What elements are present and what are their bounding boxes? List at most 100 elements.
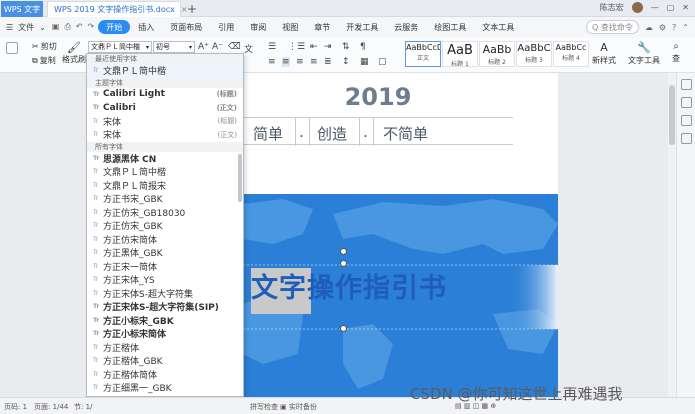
align-right-icon[interactable]: ≡ [296,57,304,67]
style-heading-3[interactable]: AaBbC 标题 3 [516,41,552,67]
menu-page-layout[interactable]: 页面布局 [162,20,210,34]
cut-button[interactable]: ✂ 剪切 [32,41,57,52]
cursor-icon[interactable] [681,79,692,90]
number-list-icon[interactable]: ⋮☰ [288,42,305,52]
banner-title[interactable]: 文字操作指引书 [251,266,447,305]
new-tab-button[interactable]: + [185,1,199,17]
font-option[interactable]: Tr 方正楷体简体 [87,368,243,382]
rotate-handle[interactable] [340,248,347,255]
align-center-icon[interactable]: ≡ [282,57,290,67]
menu-drawing-tools[interactable]: 绘图工具 [426,20,474,34]
font-option[interactable]: Tr 思源黑体 CN [87,152,243,166]
font-option[interactable]: Tr 方正楷体 [87,341,243,355]
save-icon[interactable]: ▣ [52,22,60,32]
resize-handle[interactable] [340,260,347,267]
menu-developer[interactable]: 开发工具 [338,20,386,34]
spell-check[interactable]: 拼写检查 [250,402,278,412]
clear-format-icon[interactable]: ⌫ [228,42,241,52]
chevron-up-icon[interactable]: ⌃ [682,23,689,32]
cloud-sync-icon[interactable]: ☁ [645,23,653,32]
font-option[interactable]: Tr Calibri Light (标题) [87,88,243,102]
print-icon[interactable]: ⎙ [64,22,70,32]
copy-button[interactable]: ⧉ 复制 [32,55,56,66]
font-option[interactable]: Tr 方正宋体_YS [87,273,243,287]
maximize-icon[interactable]: ▢ [667,3,675,12]
menu-view[interactable]: 视图 [274,20,306,34]
bullet-list-icon[interactable]: ☰ [268,42,276,52]
grow-font-icon[interactable]: A⁺ [198,42,209,52]
font-option[interactable]: Tr 文鼎ＰＬ简报宋 [87,179,243,193]
pinyin-icon[interactable]: 文 [244,42,253,55]
decrease-indent-icon[interactable]: ⇤ [310,42,318,52]
font-option[interactable]: Tr 方正仿宋简体 [87,233,243,247]
resize-handle[interactable] [340,325,347,332]
distributed-icon[interactable]: ≣ [324,57,332,67]
border-icon[interactable]: ▢ [378,57,387,67]
font-option[interactable]: Tr 方正小标宋简体 [87,327,243,341]
text-tools-button[interactable]: 🔧 文字工具 [628,41,660,66]
font-option[interactable]: Tr 文鼎ＰＬ简中楷 [87,64,243,78]
file-menu[interactable]: ☰ 文件 ⌄ [0,22,46,33]
align-left-icon[interactable]: ≡ [268,57,276,67]
app-tab[interactable]: WPS 文字 [1,1,43,17]
vertical-scrollbar[interactable] [668,73,676,397]
layout-icon[interactable] [681,97,692,108]
gear-icon[interactable]: ⚙ [659,23,666,32]
help-icon[interactable]: ? [672,23,676,32]
format-painter-button[interactable]: 🖌 格式刷 [62,41,86,65]
paste-button[interactable] [6,42,18,54]
font-option[interactable]: Tr Calibri (正文) [87,101,243,115]
menu-chapter[interactable]: 章节 [306,20,338,34]
font-option[interactable]: Tr 方正宋一简体 [87,260,243,274]
line-spacing-icon[interactable]: ↕ [342,57,350,67]
font-option[interactable]: Tr 宋体 (正文) [87,128,243,142]
style-normal[interactable]: AaBbCcD 正文 [405,41,441,67]
menu-review[interactable]: 审阅 [242,20,274,34]
font-option[interactable]: Tr 方正宋体S-超大字符集(SIP) [87,300,243,314]
font-option[interactable]: Tr 方正宋体S-超大字符集 [87,287,243,301]
shrink-font-icon[interactable]: A⁻ [212,42,223,52]
font-dropdown[interactable]: 最近使用字体 Tr 文鼎ＰＬ简中楷 主题字体 Tr Calibri Light (标题… [86,53,244,397]
document-tab[interactable]: WPS 2019 文字操作指引书.docx × [47,1,188,17]
share-icon[interactable] [681,133,692,144]
menu-insert[interactable]: 插入 [130,20,162,34]
minimize-icon[interactable]: — [651,3,659,12]
font-option[interactable]: Tr 方正黑体_GBK [87,246,243,260]
user-name[interactable]: 陈志宏 [600,2,624,13]
font-option[interactable]: Tr 方正仿宋_GB18030 [87,206,243,220]
font-option[interactable]: Tr 方正小标宋_GBK [87,314,243,328]
font-option[interactable]: Tr 宋体 (标题) [87,115,243,129]
menu-references[interactable]: 引用 [210,20,242,34]
increase-indent-icon[interactable]: ⇥ [324,42,332,52]
settings-icon[interactable] [681,115,692,126]
font-option[interactable]: Tr 方正细黑一_GBK [87,381,243,395]
backup-status[interactable]: ▣ 实时备份 [280,402,317,412]
font-option[interactable]: Tr 文鼎ＰＬ简中楷 [87,165,243,179]
scrollbar-thumb[interactable] [669,85,675,145]
style-heading-1[interactable]: AaB 标题 1 [442,41,478,67]
style-heading-4[interactable]: AaBbCc 标题 4 [553,41,589,67]
close-icon[interactable]: ✕ [682,3,689,12]
menu-text-tools[interactable]: 文本工具 [474,20,522,34]
style-heading-2[interactable]: AaBb 标题 2 [479,41,515,67]
new-style-button[interactable]: A 新样式 [592,41,616,66]
undo-icon[interactable]: ↶ [76,22,83,32]
menu-cloud[interactable]: 云服务 [386,20,426,34]
font-option[interactable]: Tr 方正书宋_GBK [87,192,243,206]
search-input[interactable]: Q 查找命令 [586,20,639,34]
show-marks-icon[interactable]: ¶ [360,42,366,52]
find-button[interactable]: ⌕ 查 [672,41,680,64]
menu-start[interactable]: 开始 [98,20,131,34]
redo-icon[interactable]: ↷ [88,22,95,32]
sort-icon[interactable]: ⇅ [342,42,350,52]
document-page[interactable]: 2019 简单 . 创造 . 不简单 文字操作指引书 [243,73,558,397]
font-option[interactable]: Tr 方正楷体_GBK [87,354,243,368]
justify-icon[interactable]: ≡ [310,57,318,67]
font-option[interactable]: Tr 方正仿宋_GBK [87,219,243,233]
dropdown-scrollbar-thumb[interactable] [238,154,242,202]
banner-title-box[interactable]: 文字操作指引书 [243,262,558,314]
font-name-select[interactable]: 文鼎ＰＬ简中楷 ▾ [88,41,152,53]
avatar[interactable] [631,2,643,13]
font-size-select[interactable]: 初号 ▾ [153,41,195,53]
shading-icon[interactable]: ▦ [360,57,369,67]
